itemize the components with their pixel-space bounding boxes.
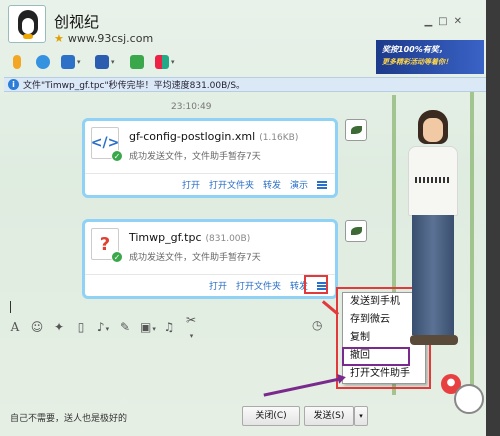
background-strip bbox=[486, 0, 500, 436]
contact-avatar[interactable] bbox=[8, 5, 46, 43]
screenshot-icon[interactable]: ✂ bbox=[184, 313, 198, 341]
xml-file-icon[interactable]: </> ✓ bbox=[91, 127, 123, 162]
message-timestamp: 23:10:49 bbox=[171, 102, 212, 112]
banner-line-1: 奖按100%有奖， bbox=[382, 45, 447, 54]
banner-line-2: 更多精彩活动等着你！ bbox=[382, 58, 452, 66]
sender-avatar[interactable] bbox=[345, 220, 367, 242]
open-folder-link[interactable]: 打开文件夹 bbox=[236, 279, 281, 292]
send-button[interactable]: 发送(S) bbox=[304, 406, 354, 426]
edit-icon[interactable]: ✎ bbox=[118, 320, 132, 334]
microphone-icon[interactable] bbox=[6, 52, 28, 72]
file-message-card: ? ✓ Timwp_gf.tpc (831.00B) 成功发送文件，文件助手暂存7天… bbox=[82, 219, 338, 299]
shake-icon[interactable]: ▯ bbox=[74, 320, 88, 334]
open-folder-link[interactable]: 打开文件夹 bbox=[209, 178, 254, 191]
image-icon[interactable]: ▣ bbox=[140, 320, 154, 334]
notice-text: 文件"Timwp_gf.tpc"秒传完毕！平均速度831.00B/S。 bbox=[23, 81, 246, 91]
text-caret bbox=[10, 301, 11, 313]
file-message-card: </> ✓ gf-config-postlogin.xml (1.16KB) 成功发… bbox=[82, 118, 338, 198]
contact-name[interactable]: 创视纪 bbox=[54, 11, 99, 32]
apps-icon[interactable]: ▾ bbox=[152, 52, 182, 72]
chat-toolbar: ▾ ▾ ▾ bbox=[6, 50, 182, 74]
screen-share-icon[interactable]: ▾ bbox=[92, 52, 122, 72]
open-link[interactable]: 打开 bbox=[209, 279, 227, 292]
window-controls[interactable]: ▁□✕ bbox=[424, 16, 468, 27]
check-icon: ✓ bbox=[111, 150, 123, 162]
more-menu-icon[interactable] bbox=[317, 180, 327, 189]
message-input[interactable] bbox=[6, 338, 336, 398]
emoji-icon[interactable]: ☺ bbox=[30, 320, 44, 334]
contact-url[interactable]: www.93csj.com bbox=[68, 32, 153, 45]
forward-link[interactable]: 转发 bbox=[263, 178, 281, 191]
chat-window: 创视纪 ★ www.93csj.com ▁□✕ ▾ ▾ ▾ 奖按100%有奖， 更… bbox=[0, 0, 500, 436]
file-name: Timwp_gf.tpc (831.00B) bbox=[129, 231, 251, 244]
contact-signature: ★ www.93csj.com bbox=[54, 32, 153, 45]
magic-icon[interactable]: ✦ bbox=[52, 320, 66, 334]
show-avatar-figure bbox=[396, 100, 476, 400]
menu-highlight-box bbox=[304, 275, 328, 294]
file-transfer-icon[interactable]: ▾ bbox=[58, 52, 88, 72]
history-icon[interactable]: ◷ bbox=[312, 318, 322, 332]
close-button[interactable]: 关闭(C) bbox=[242, 406, 300, 426]
video-icon[interactable] bbox=[32, 52, 54, 72]
file-actions: 打开 打开文件夹 转发 bbox=[85, 274, 335, 296]
ad-banner[interactable]: 奖按100%有奖， 更多精彩活动等着你！ bbox=[376, 40, 484, 74]
transfer-notice: i 文件"Timwp_gf.tpc"秒传完毕！平均速度831.00B/S。 bbox=[4, 77, 486, 92]
check-icon: ✓ bbox=[111, 251, 123, 263]
file-status: 成功发送文件，文件助手暂存7天 bbox=[129, 152, 261, 162]
unknown-file-icon[interactable]: ? ✓ bbox=[91, 228, 123, 263]
info-icon: i bbox=[8, 79, 19, 90]
file-status: 成功发送文件，文件助手暂存7天 bbox=[129, 253, 261, 263]
star-icon: ★ bbox=[54, 32, 64, 45]
open-link[interactable]: 打开 bbox=[182, 178, 200, 191]
add-contact-icon[interactable] bbox=[126, 52, 148, 72]
file-actions: 打开 打开文件夹 转发 演示 bbox=[85, 173, 335, 195]
file-name: gf-config-postlogin.xml (1.16KB) bbox=[129, 130, 299, 143]
present-link[interactable]: 演示 bbox=[290, 178, 308, 191]
edit-toolbar: A ☺ ✦ ▯ ♪ ✎ ▣ ♫ ✂ bbox=[8, 313, 198, 336]
file-size: (1.16KB) bbox=[259, 133, 299, 143]
chat-footer: 自己不需要，送人也是极好的 关闭(C) 发送(S) ▾ bbox=[0, 400, 486, 436]
signature-text: 自己不需要，送人也是极好的 bbox=[10, 414, 128, 424]
font-icon[interactable]: A bbox=[8, 320, 22, 334]
file-size: (831.00B) bbox=[205, 234, 251, 244]
send-options-button[interactable]: ▾ bbox=[354, 406, 368, 426]
music-icon[interactable]: ♫ bbox=[162, 320, 176, 334]
sender-avatar[interactable] bbox=[345, 119, 367, 141]
voice-icon[interactable]: ♪ bbox=[96, 320, 110, 334]
